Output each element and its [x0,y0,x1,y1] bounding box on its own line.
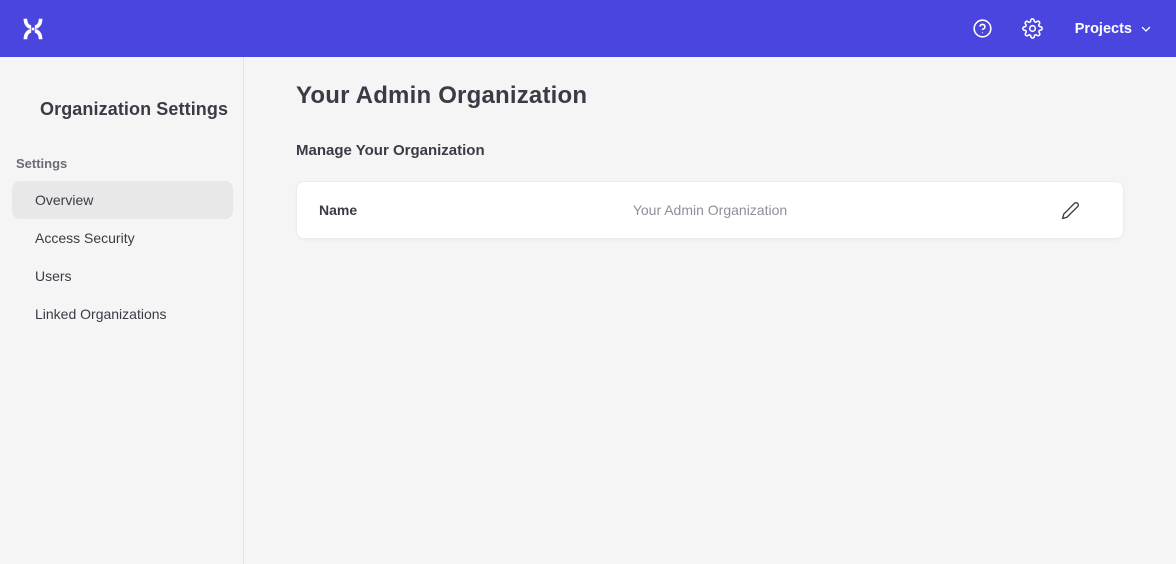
name-label: Name [319,202,633,218]
section-title: Manage Your Organization [296,142,1124,159]
pencil-icon [1061,201,1080,220]
sidebar-item-access-security[interactable]: Access Security [12,219,233,257]
projects-label: Projects [1075,21,1132,37]
main-content: Your Admin Organization Manage Your Orga… [244,57,1176,564]
edit-name-button[interactable] [1053,193,1087,227]
chevron-down-icon [1140,23,1152,35]
sidebar: Organization Settings Settings Overview … [0,57,244,564]
sidebar-item-linked-organizations[interactable]: Linked Organizations [12,295,233,333]
mendix-logo-icon[interactable] [20,16,46,42]
projects-menu[interactable]: Projects [1075,21,1152,37]
gear-icon[interactable] [1015,11,1051,47]
help-icon[interactable] [965,11,1001,47]
page-title: Your Admin Organization [296,82,1124,110]
top-navigation-bar: Projects [0,0,1176,57]
sidebar-title: Organization Settings [0,99,243,120]
sidebar-item-users[interactable]: Users [12,257,233,295]
sidebar-nav: Overview Access Security Users Linked Or… [0,181,243,333]
sidebar-section-label: Settings [16,156,243,171]
sidebar-item-overview[interactable]: Overview [12,181,233,219]
organization-name-value: Your Admin Organization [633,202,787,218]
organization-name-row: Name Your Admin Organization [296,181,1124,239]
